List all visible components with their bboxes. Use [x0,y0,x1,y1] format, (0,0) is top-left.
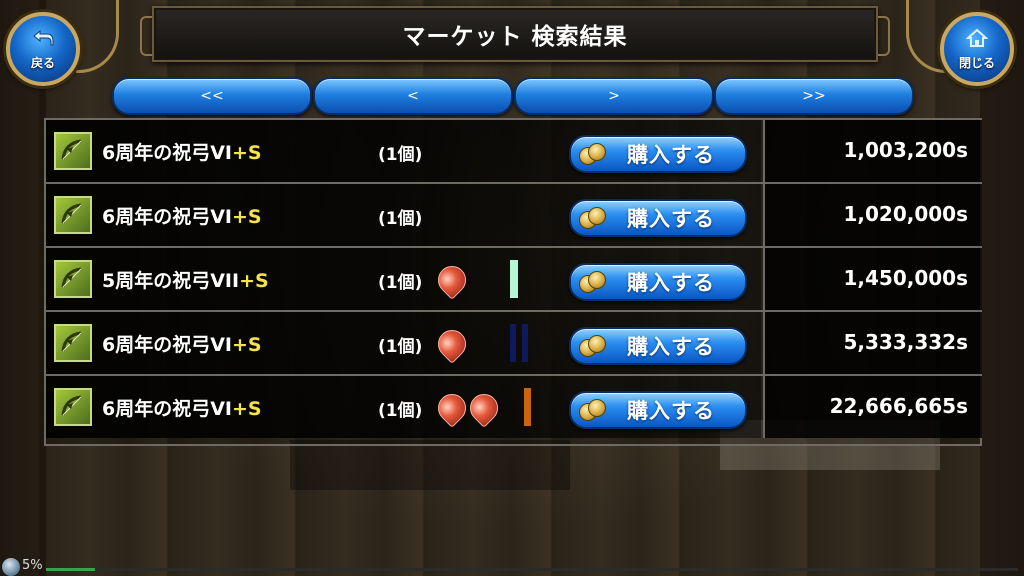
item-price: 22,666,665s [829,394,968,418]
color-marker [524,388,531,426]
item-name: 6周年の祝弓VI+S [102,398,262,420]
buy-button[interactable]: 購入する [569,263,747,301]
fire-gem-icon [432,388,472,428]
color-marker [510,324,516,362]
page-title: マーケット 検索結果 [402,24,628,50]
item-name: 5周年の祝弓VII+S [102,270,269,292]
item-quantity: (1個) [378,145,423,165]
item-quantity: (1個) [378,337,423,357]
coins-icon [579,399,606,421]
prev-page-button[interactable]: < [313,77,513,115]
price-cell: 5,333,332s [763,312,982,374]
home-icon [965,28,989,51]
item-price: 5,333,332s [843,330,968,354]
item-name: 6周年の祝弓VI+S [102,206,262,228]
progress-percent: 5% [22,558,43,573]
gem-slots [432,324,472,364]
bow-icon [54,260,92,298]
connection-icon [2,558,20,576]
fire-gem-icon [464,388,504,428]
item-price: 1,450,000s [843,266,968,290]
first-page-button[interactable]: << [112,77,312,115]
back-button[interactable]: 戻る [6,12,80,86]
buy-button[interactable]: 購入する [569,391,747,429]
bow-icon [54,132,92,170]
table-row: 6周年の祝弓VI+S (1個) 購入する 1,020,000s [46,184,982,248]
color-marker [522,324,528,362]
color-marker [510,260,518,298]
table-row: 6周年の祝弓VI+S (1個) 購入する 1,003,200s [46,120,982,184]
coins-icon [579,271,606,293]
status-bar: 5% [0,556,1024,576]
price-cell: 1,020,000s [763,184,982,246]
title-bar: マーケット 検索結果 [140,6,890,62]
buy-button-label: 購入する [627,271,715,295]
table-row: 5周年の祝弓VII+S (1個) 購入する 1,450,000s [46,248,982,312]
item-name: 6周年の祝弓VI+S [102,334,262,356]
buy-button-label: 購入する [627,335,715,359]
table-row: 6周年の祝弓VI+S (1個) 購入する 5,333,332s [46,312,982,376]
buy-button-label: 購入する [627,143,715,167]
gem-slots [432,388,504,428]
item-price: 1,020,000s [843,202,968,226]
buy-button[interactable]: 購入する [569,327,747,365]
buy-button-label: 購入する [627,399,715,423]
fire-gem-icon [432,260,472,300]
bow-icon [54,324,92,362]
item-quantity: (1個) [378,209,423,229]
bow-icon [54,196,92,234]
left-corner-ornament [76,0,119,73]
fire-gem-icon [432,324,472,364]
price-cell: 1,003,200s [763,120,982,182]
market-results-table: 6周年の祝弓VI+S (1個) 購入する 1,003,200s 6周年の祝弓VI+S (1… [44,118,982,446]
buy-button[interactable]: 購入する [569,135,747,173]
buy-button[interactable]: 購入する [569,199,747,237]
progress-track [46,568,1018,571]
item-quantity: (1個) [378,273,423,293]
close-label: 閉じる [958,55,995,70]
back-label: 戻る [30,55,55,70]
bow-icon [54,388,92,426]
row-item-zone: 6周年の祝弓VI+S (1個) 購入する [46,376,761,438]
row-item-zone: 6周年の祝弓VI+S (1個) 購入する [46,184,761,246]
return-arrow-icon [31,28,55,51]
price-cell: 1,450,000s [763,248,982,310]
buy-button-label: 購入する [627,207,715,231]
row-item-zone: 6周年の祝弓VI+S (1個) 購入する [46,312,761,374]
coins-icon [579,143,606,165]
row-item-zone: 6周年の祝弓VI+S (1個) 購入する [46,120,761,182]
item-price: 1,003,200s [843,138,968,162]
item-quantity: (1個) [378,401,423,421]
coins-icon [579,335,606,357]
gem-slots [432,260,472,300]
close-button[interactable]: 閉じる [940,12,1014,86]
last-page-button[interactable]: >> [714,77,914,115]
coins-icon [579,207,606,229]
row-item-zone: 5周年の祝弓VII+S (1個) 購入する [46,248,761,310]
next-page-button[interactable]: > [514,77,714,115]
progress-fill [46,568,95,571]
table-row: 6周年の祝弓VI+S (1個) 購入する 22,666,665s [46,376,982,438]
item-name: 6周年の祝弓VI+S [102,142,262,164]
price-cell: 22,666,665s [763,376,982,438]
